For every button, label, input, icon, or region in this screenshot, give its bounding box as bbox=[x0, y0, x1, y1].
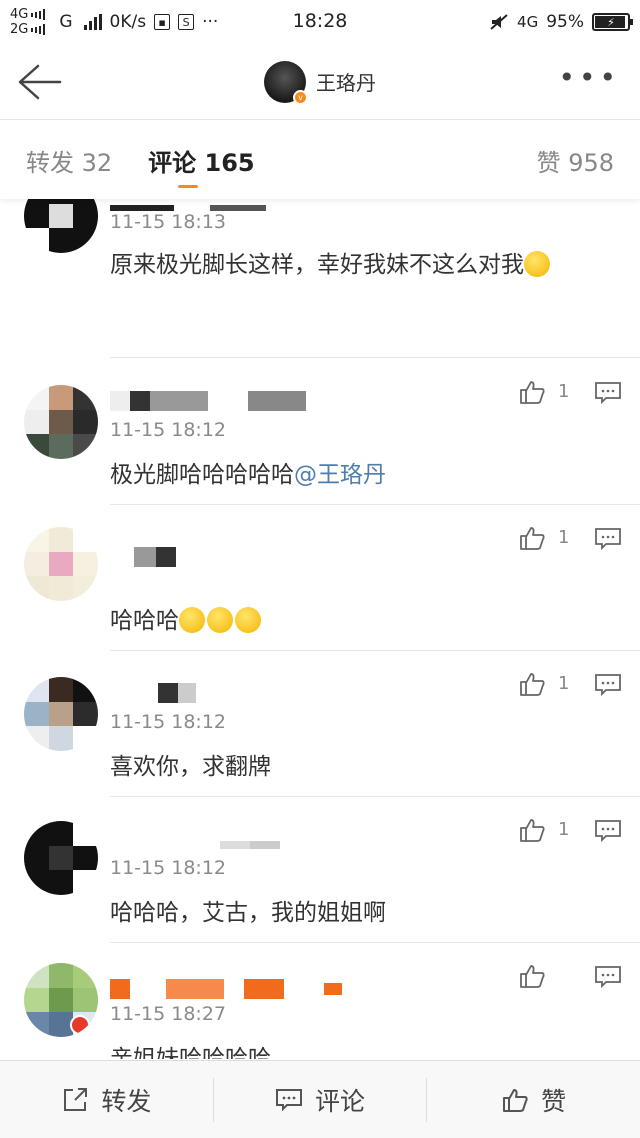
status-bar: 4G 2G G 0K/s ▪ S ··· 18:28 4G 95% ⚡ bbox=[0, 0, 640, 44]
more-menu-icon[interactable]: ••• bbox=[558, 64, 620, 92]
avatar[interactable] bbox=[24, 527, 98, 601]
comment-text-content: 亲姐妹哈哈哈哈 bbox=[110, 1046, 271, 1059]
reply-icon[interactable] bbox=[594, 819, 622, 843]
username-redacted[interactable] bbox=[110, 199, 266, 211]
comment-text-content: 极光脚哈哈哈哈哈 bbox=[110, 462, 294, 488]
comment-item: 哈哈哈 1 bbox=[0, 505, 640, 651]
signal-icon bbox=[31, 24, 46, 35]
like-icon[interactable] bbox=[518, 379, 546, 405]
thinking-emoji-icon bbox=[207, 607, 233, 633]
comment-time: 11-15 18:12 bbox=[110, 711, 227, 733]
comment-list[interactable]: 11-15 18:13 原来极光脚长这样，幸好我妹不这么对我 1 11-15 1… bbox=[0, 199, 640, 1059]
network-right-label: 4G bbox=[517, 13, 539, 31]
header-title-group[interactable]: v 王珞丹 bbox=[264, 60, 376, 105]
page-title: 王珞丹 bbox=[316, 71, 376, 95]
badge-icon bbox=[70, 1015, 90, 1035]
comment-item: 11-15 18:12 极光脚哈哈哈哈哈@王珞丹 1 bbox=[0, 359, 640, 505]
username-redacted[interactable] bbox=[110, 829, 280, 849]
network-1-label: 4G bbox=[10, 7, 29, 22]
s-app-icon: S bbox=[178, 14, 195, 30]
signal-icon bbox=[83, 14, 102, 30]
avatar[interactable]: v bbox=[264, 60, 308, 105]
like-button[interactable]: 赞 bbox=[426, 1077, 640, 1122]
bottom-action-bar: 转发 评论 赞 bbox=[0, 1060, 640, 1138]
reply-icon[interactable] bbox=[594, 381, 622, 405]
comment-time: 11-15 18:12 bbox=[110, 419, 227, 441]
reply-icon[interactable] bbox=[594, 965, 622, 989]
tab-reposts[interactable]: 转发 32 bbox=[26, 143, 112, 178]
thinking-emoji-icon bbox=[179, 607, 205, 633]
mention-link[interactable]: @王珞丹 bbox=[294, 462, 386, 488]
tab-comments[interactable]: 评论 165 bbox=[148, 143, 255, 188]
like-icon[interactable] bbox=[518, 817, 546, 843]
comment-text: 原来极光脚长这样，幸好我妹不这么对我 bbox=[110, 245, 610, 285]
avatar[interactable] bbox=[24, 385, 98, 459]
comment-time: 11-15 18:13 bbox=[110, 211, 227, 233]
comment-time: 11-15 18:27 bbox=[110, 1003, 227, 1025]
avatar[interactable] bbox=[24, 963, 98, 1037]
tab-bar: 转发 32 评论 165 赞 958 bbox=[0, 121, 640, 199]
like-count: 1 bbox=[558, 527, 570, 548]
battery-icon: ⚡ bbox=[592, 13, 633, 31]
comment-button[interactable]: 评论 bbox=[212, 1077, 427, 1122]
like-count: 1 bbox=[558, 819, 570, 840]
comment-item: 11-15 18:12 喜欢你，求翻牌 1 bbox=[0, 651, 640, 797]
comment-label: 评论 bbox=[315, 1086, 366, 1116]
mute-icon bbox=[490, 14, 508, 30]
comment-text-content: 原来极光脚长这样，幸好我妹不这么对我 bbox=[110, 252, 524, 278]
like-icon[interactable] bbox=[518, 963, 546, 989]
thinking-emoji-icon bbox=[235, 607, 261, 633]
like-count: 1 bbox=[558, 673, 570, 694]
comment-time: 11-15 18:12 bbox=[110, 857, 227, 879]
comment-text: 哈哈哈，艾古，我的姐姐啊 bbox=[110, 893, 610, 933]
like-count: 1 bbox=[558, 381, 570, 402]
reply-icon[interactable] bbox=[594, 527, 622, 551]
comment-text: 哈哈哈 bbox=[110, 601, 610, 641]
comment-text: 极光脚哈哈哈哈哈@王珞丹 bbox=[110, 455, 610, 495]
signal-stack: 4G 2G bbox=[10, 7, 46, 37]
comment-icon bbox=[276, 1088, 302, 1111]
avatar[interactable] bbox=[24, 677, 98, 751]
carrier-label: G bbox=[59, 12, 73, 32]
repost-button[interactable]: 转发 bbox=[0, 1078, 213, 1122]
photo-icon: ▪ bbox=[154, 14, 171, 30]
repost-label: 转发 bbox=[101, 1086, 152, 1116]
comment-text: 喜欢你，求翻牌 bbox=[110, 747, 610, 787]
comment-text-content: 喜欢你，求翻牌 bbox=[110, 754, 271, 780]
network-2-label: 2G bbox=[10, 22, 29, 37]
comment-text-content: 哈哈哈，艾古，我的姐姐啊 bbox=[110, 900, 386, 926]
like-icon[interactable] bbox=[518, 525, 546, 551]
crying-laughing-emoji-icon bbox=[524, 251, 550, 277]
username-redacted[interactable] bbox=[110, 683, 196, 703]
verified-badge-icon: v bbox=[293, 89, 308, 105]
avatar[interactable] bbox=[24, 199, 98, 253]
back-arrow-icon[interactable] bbox=[16, 62, 62, 102]
share-icon bbox=[64, 1087, 88, 1111]
username-redacted[interactable] bbox=[110, 547, 176, 567]
username-redacted[interactable] bbox=[110, 391, 306, 411]
comment-text-content: 哈哈哈 bbox=[110, 608, 179, 634]
comment-item: 11-15 18:13 原来极光脚长这样，幸好我妹不这么对我 1 bbox=[0, 199, 640, 359]
avatar[interactable] bbox=[24, 821, 98, 895]
battery-percent: 95% bbox=[546, 12, 584, 32]
network-speed: 0K/s bbox=[109, 12, 147, 32]
comment-item: 11-15 18:12 哈哈哈，艾古，我的姐姐啊 1 bbox=[0, 797, 640, 943]
more-notifications-icon: ··· bbox=[202, 12, 219, 32]
like-icon bbox=[503, 1088, 528, 1112]
comment-item: 11-15 18:27 亲姐妹哈哈哈哈 bbox=[0, 943, 640, 1059]
signal-icon bbox=[31, 9, 46, 20]
header: v 王珞丹 ••• bbox=[0, 44, 640, 120]
reply-icon[interactable] bbox=[594, 673, 622, 697]
comment-text: 亲姐妹哈哈哈哈 bbox=[110, 1039, 610, 1059]
like-label: 赞 bbox=[541, 1086, 567, 1116]
divider bbox=[110, 357, 640, 358]
like-icon[interactable] bbox=[518, 671, 546, 697]
tab-likes[interactable]: 赞 958 bbox=[537, 143, 614, 178]
username-redacted[interactable] bbox=[110, 979, 342, 999]
